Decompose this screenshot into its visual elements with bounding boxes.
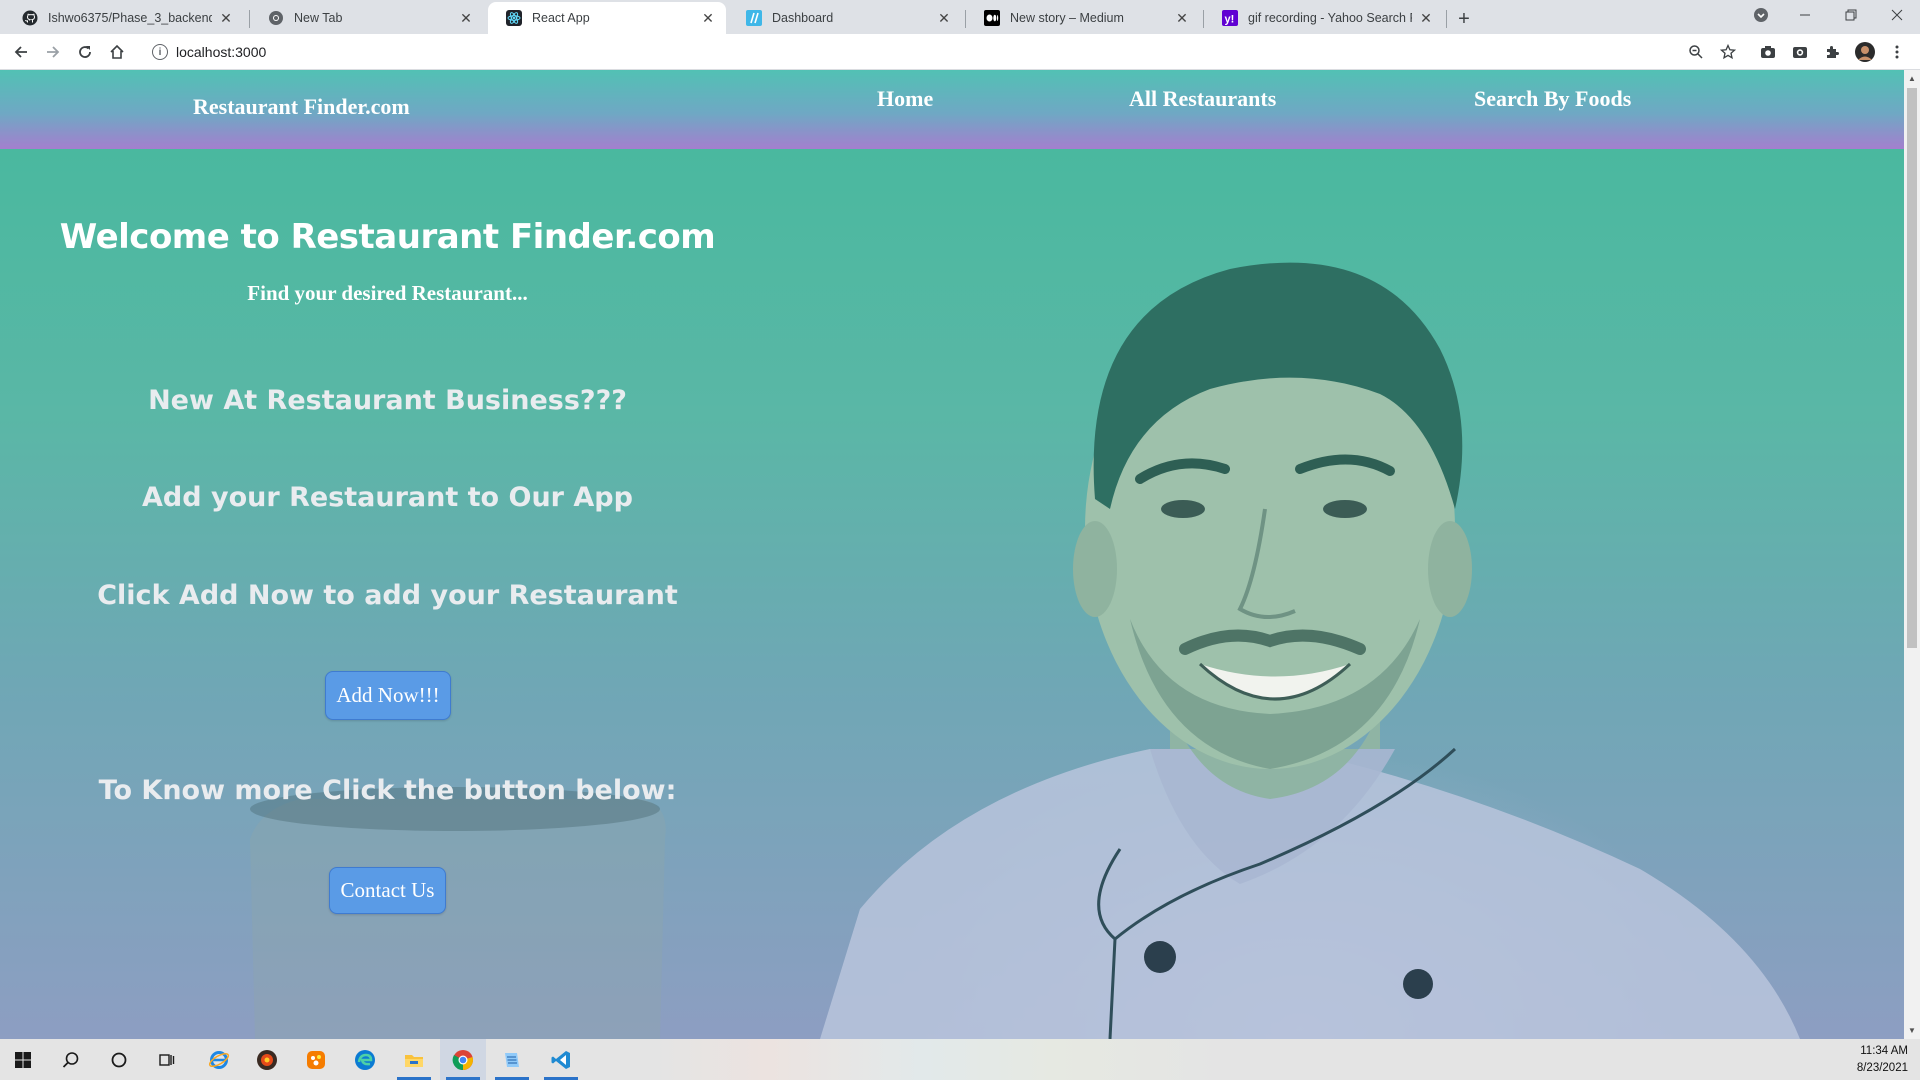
contact-us-button[interactable]: Contact Us bbox=[329, 867, 446, 914]
site-info-icon[interactable]: i bbox=[152, 44, 168, 60]
tab-github[interactable]: Ishwo6375/Phase_3_backend_ho ✕ bbox=[4, 2, 244, 34]
close-tab-icon[interactable]: ✕ bbox=[700, 10, 716, 26]
tab-search-icon[interactable] bbox=[1738, 0, 1784, 30]
nav-all-restaurants-link[interactable]: All Restaurants bbox=[1129, 86, 1276, 112]
github-icon bbox=[22, 10, 38, 26]
profile-avatar-icon[interactable] bbox=[1853, 40, 1877, 64]
task-view-icon[interactable] bbox=[144, 1039, 190, 1080]
page-viewport: Restaurant Finder.com Home All Restauran… bbox=[0, 70, 1904, 1039]
svg-text:y!: y! bbox=[1225, 14, 1235, 26]
tab-yahoo[interactable]: y! gif recording - Yahoo Search Res ✕ bbox=[1204, 2, 1444, 34]
close-tab-icon[interactable]: ✕ bbox=[936, 10, 952, 26]
close-tab-icon[interactable]: ✕ bbox=[218, 10, 234, 26]
close-window-icon[interactable] bbox=[1874, 0, 1920, 30]
paint-app-icon[interactable] bbox=[293, 1039, 339, 1080]
reload-icon[interactable] bbox=[73, 40, 97, 64]
restore-icon[interactable] bbox=[1828, 0, 1874, 30]
nav-search-by-foods-link[interactable]: Search By Foods bbox=[1474, 86, 1631, 112]
tab-title: New story – Medium bbox=[1010, 11, 1124, 25]
dashboard-icon bbox=[746, 10, 762, 26]
chrome-taskbar-icon[interactable] bbox=[440, 1039, 486, 1080]
address-bar[interactable]: i localhost:3000 bbox=[140, 38, 1760, 66]
vscode-icon[interactable] bbox=[538, 1039, 584, 1080]
file-explorer-icon[interactable] bbox=[391, 1039, 437, 1080]
url-text: localhost:3000 bbox=[176, 44, 267, 60]
close-tab-icon[interactable]: ✕ bbox=[1174, 10, 1190, 26]
search-icon[interactable] bbox=[48, 1039, 94, 1080]
internet-explorer-icon[interactable] bbox=[196, 1039, 242, 1080]
site-brand[interactable]: Restaurant Finder.com bbox=[193, 94, 410, 120]
cortana-icon[interactable] bbox=[96, 1039, 142, 1080]
media-app-icon[interactable] bbox=[244, 1039, 290, 1080]
home-icon[interactable] bbox=[105, 40, 129, 64]
yahoo-icon: y! bbox=[1222, 10, 1238, 26]
forward-icon[interactable] bbox=[41, 40, 65, 64]
extensions-puzzle-icon[interactable] bbox=[1820, 40, 1844, 64]
scroll-up-arrow-icon[interactable]: ▲ bbox=[1907, 73, 1917, 83]
tab-separator bbox=[1446, 10, 1447, 28]
new-tab-button[interactable]: + bbox=[1451, 6, 1477, 32]
screenshot-extension-icon[interactable] bbox=[1788, 40, 1812, 64]
camera-extension-icon[interactable] bbox=[1756, 40, 1780, 64]
nav-home-link[interactable]: Home bbox=[877, 86, 933, 112]
page-scrollbar[interactable]: ▲ ▼ bbox=[1904, 70, 1920, 1039]
browser-menu-icon[interactable] bbox=[1885, 40, 1909, 64]
hero-line-new-business: New At Restaurant Business??? bbox=[148, 385, 627, 416]
hero-line-know-more: To Know more Click the button below: bbox=[98, 775, 677, 806]
add-now-button[interactable]: Add Now!!! bbox=[325, 671, 451, 720]
browser-toolbar: i localhost:3000 bbox=[0, 34, 1920, 70]
close-tab-icon[interactable]: ✕ bbox=[1418, 10, 1434, 26]
bookmark-star-icon[interactable] bbox=[1716, 40, 1740, 64]
tab-title: Dashboard bbox=[772, 11, 834, 25]
windows-taskbar: 11:34 AM 8/23/2021 bbox=[0, 1039, 1920, 1080]
edge-browser-icon[interactable] bbox=[342, 1039, 388, 1080]
site-navbar: Restaurant Finder.com Home All Restauran… bbox=[0, 70, 1904, 149]
back-icon[interactable] bbox=[9, 40, 33, 64]
scroll-down-arrow-icon[interactable]: ▼ bbox=[1907, 1025, 1917, 1035]
scrollbar-thumb[interactable] bbox=[1907, 88, 1917, 648]
tab-title: New Tab bbox=[294, 11, 343, 25]
browser-tab-strip: Ishwo6375/Phase_3_backend_ho ✕ New Tab ✕… bbox=[0, 0, 1920, 34]
medium-icon bbox=[984, 10, 1000, 26]
tab-dashboard[interactable]: Dashboard ✕ bbox=[728, 2, 962, 34]
tab-react-app[interactable]: React App ✕ bbox=[488, 2, 726, 34]
clock-date: 8/23/2021 bbox=[1856, 1062, 1908, 1074]
tab-new-tab[interactable]: New Tab ✕ bbox=[250, 2, 484, 34]
zoom-icon[interactable] bbox=[1684, 40, 1708, 64]
clock-time: 11:34 AM bbox=[1860, 1045, 1908, 1057]
minimize-icon[interactable] bbox=[1782, 0, 1828, 30]
notepad-app-icon[interactable] bbox=[489, 1039, 535, 1080]
close-tab-icon[interactable]: ✕ bbox=[458, 10, 474, 26]
react-icon bbox=[506, 10, 522, 26]
hero-line-add-restaurant: Add your Restaurant to Our App bbox=[142, 482, 633, 513]
page-subtitle: Find your desired Restaurant... bbox=[247, 281, 528, 305]
system-clock[interactable]: 11:34 AM 8/23/2021 bbox=[1857, 1043, 1908, 1077]
tab-medium[interactable]: New story – Medium ✕ bbox=[966, 2, 1200, 34]
tab-title: gif recording - Yahoo Search Res bbox=[1248, 11, 1412, 25]
page-title: Welcome to Restaurant Finder.com bbox=[59, 217, 716, 257]
tab-title: Ishwo6375/Phase_3_backend_ho bbox=[48, 11, 212, 25]
chrome-icon bbox=[268, 10, 284, 26]
hero-line-click-add-now: Click Add Now to add your Restaurant bbox=[97, 580, 678, 611]
windows-start-icon[interactable] bbox=[0, 1039, 46, 1080]
tab-title: React App bbox=[532, 11, 590, 25]
